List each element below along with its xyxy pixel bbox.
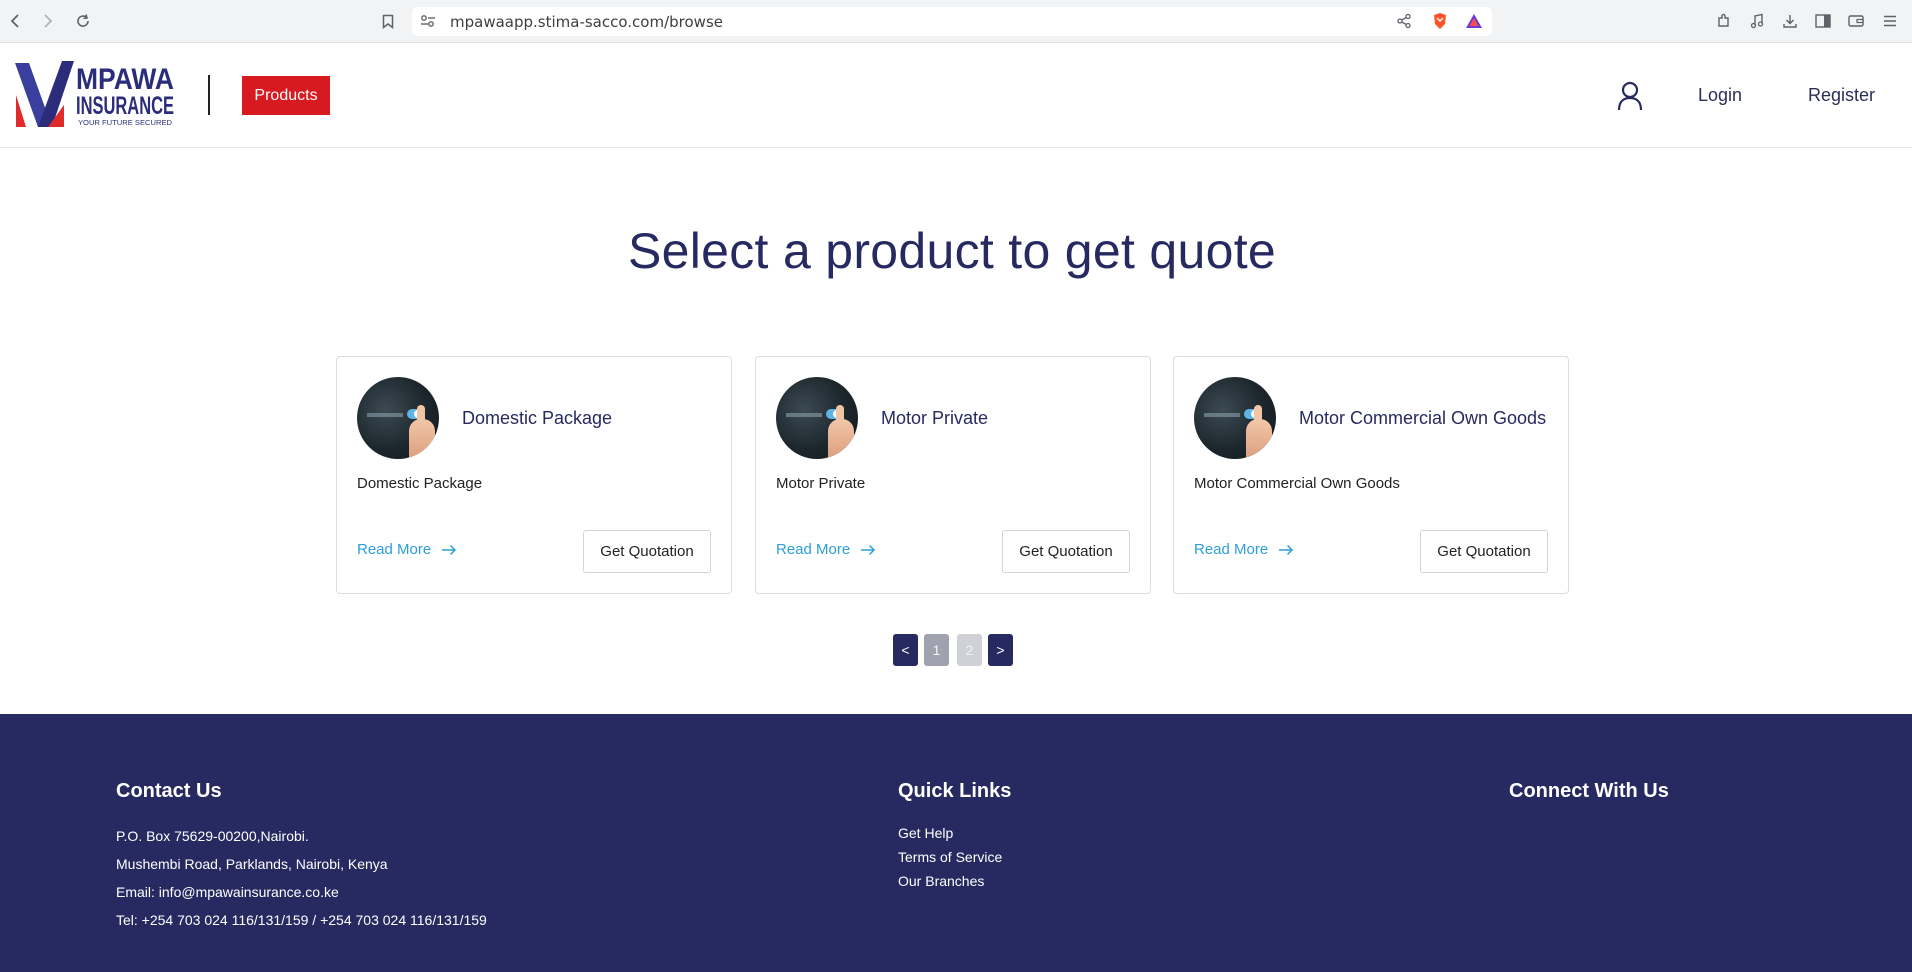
share-icon[interactable] [1394, 11, 1414, 31]
contact-street: Mushembi Road, Parklands, Nairobi, Kenya [116, 856, 388, 872]
svg-text:INSURANCE: INSURANCE [76, 92, 174, 120]
read-more-link[interactable]: Read More [357, 541, 457, 558]
contact-phone: Tel: +254 703 024 116/131/159 / +254 703… [116, 912, 487, 928]
read-more-label: Read More [357, 541, 432, 558]
header-divider [208, 75, 210, 115]
product-card: Motor Private Motor Private Read More Ge… [755, 356, 1151, 594]
product-title: Domestic Package [462, 408, 613, 428]
quick-links-list: Get Help Terms of Service Our Branches [898, 821, 1002, 893]
user-icon[interactable] [1616, 80, 1644, 112]
contact-heading: Contact Us [116, 780, 222, 802]
brave-rewards-icon[interactable] [1464, 11, 1484, 31]
register-link[interactable]: Register [1808, 85, 1875, 106]
prev-page-button[interactable]: < [893, 634, 918, 666]
next-page-button[interactable]: > [988, 634, 1013, 666]
read-more-link[interactable]: Read More [1194, 541, 1294, 558]
page-1-button[interactable]: 1 [924, 634, 949, 666]
download-icon[interactable] [1780, 11, 1800, 31]
arrow-right-icon [861, 544, 876, 555]
arrow-right-icon [442, 544, 457, 555]
product-title: Motor Private [881, 408, 989, 428]
read-more-link[interactable]: Read More [776, 541, 876, 558]
get-quotation-button[interactable]: Get Quotation [1420, 530, 1548, 573]
forward-icon[interactable] [37, 10, 59, 32]
product-image [357, 377, 439, 459]
product-title: Motor Commercial Own Goods [1299, 408, 1547, 428]
browser-toolbar: mpawaapp.stima-sacco.com/browse [0, 0, 1912, 43]
url-text[interactable]: mpawaapp.stima-sacco.com/browse [450, 13, 723, 31]
site-header: MPAWA INSURANCE YOUR FUTURE SECURED Prod… [0, 43, 1912, 148]
products-button[interactable]: Products [242, 76, 330, 115]
product-card: Domestic Package Domestic Package Read M… [336, 356, 732, 594]
get-help-link[interactable]: Get Help [898, 821, 1002, 845]
read-more-label: Read More [1194, 541, 1269, 558]
back-icon[interactable] [4, 10, 26, 32]
menu-icon[interactable] [1880, 11, 1900, 31]
page-2-button[interactable]: 2 [957, 634, 982, 666]
product-description: Motor Private [776, 475, 866, 492]
contact-email: Email: info@mpawainsurance.co.ke [116, 884, 339, 900]
mpawa-logo[interactable]: MPAWA INSURANCE YOUR FUTURE SECURED [14, 55, 176, 133]
arrow-right-icon [1279, 544, 1294, 555]
terms-of-service-link[interactable]: Terms of Service [898, 845, 1002, 869]
site-settings-icon[interactable] [418, 11, 438, 31]
quick-links-heading: Quick Links [898, 780, 1012, 802]
svg-text:YOUR FUTURE SECURED: YOUR FUTURE SECURED [78, 120, 172, 127]
brave-shield-icon[interactable] [1430, 11, 1450, 31]
sidebar-icon[interactable] [1813, 11, 1833, 31]
media-icon[interactable] [1747, 11, 1767, 31]
read-more-label: Read More [776, 541, 851, 558]
page-title: Select a product to get quote [627, 223, 1277, 279]
connect-heading: Connect With Us [1509, 780, 1669, 802]
site-footer: Contact Us P.O. Box 75629-00200,Nairobi.… [0, 714, 1912, 972]
contact-address: P.O. Box 75629-00200,Nairobi. [116, 828, 309, 844]
our-branches-link[interactable]: Our Branches [898, 869, 1002, 893]
product-image [776, 377, 858, 459]
contact-details: P.O. Box 75629-00200,Nairobi. Mushembi R… [116, 822, 487, 934]
product-description: Domestic Package [357, 475, 483, 492]
get-quotation-button[interactable]: Get Quotation [1002, 530, 1130, 573]
extensions-icon[interactable] [1714, 11, 1734, 31]
login-link[interactable]: Login [1698, 85, 1742, 106]
product-image [1194, 377, 1276, 459]
pagination: < 1 2 > [893, 634, 1013, 666]
reload-icon[interactable] [72, 10, 94, 32]
product-card: Motor Commercial Own Goods Motor Commerc… [1173, 356, 1569, 594]
bookmark-icon[interactable] [378, 11, 398, 31]
product-description: Motor Commercial Own Goods [1194, 475, 1400, 492]
get-quotation-button[interactable]: Get Quotation [583, 530, 711, 573]
wallet-icon[interactable] [1846, 11, 1866, 31]
